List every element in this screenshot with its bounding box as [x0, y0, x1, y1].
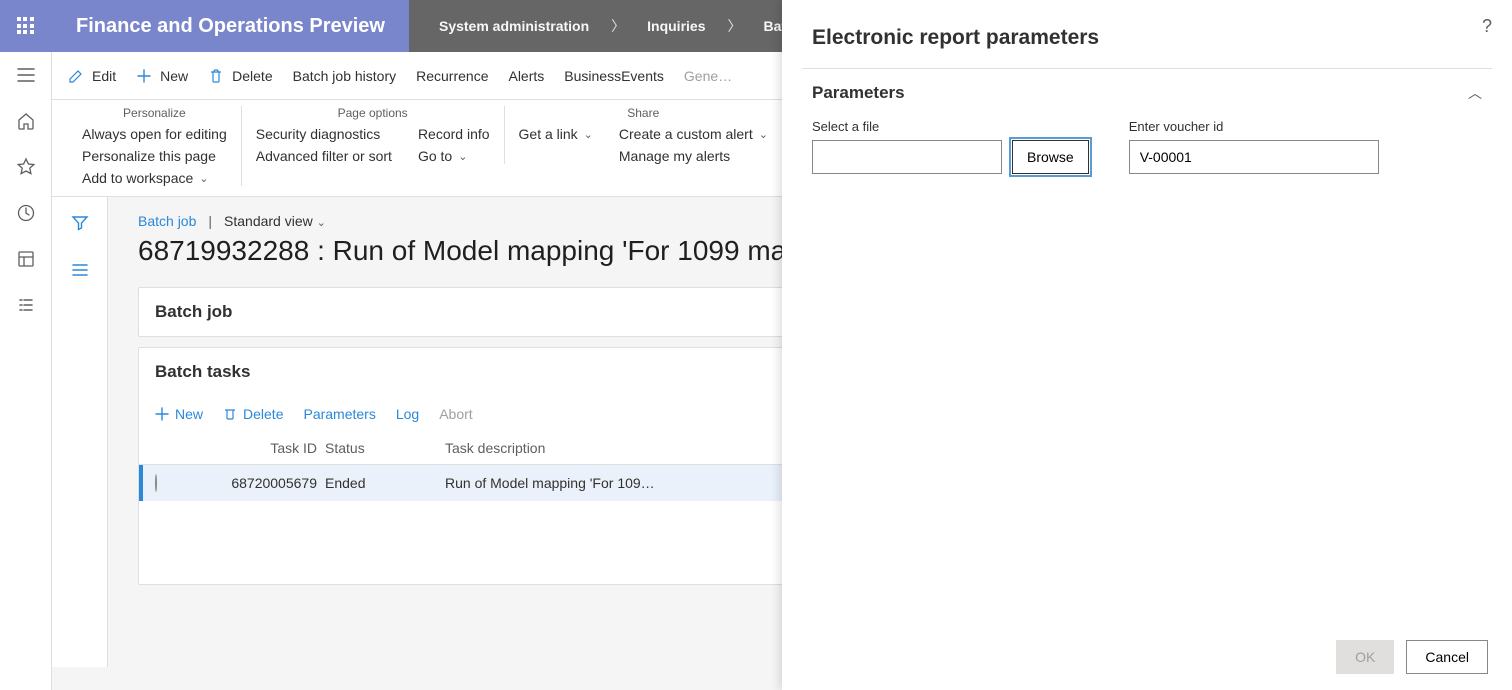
- home-icon: [16, 111, 36, 131]
- parameters-fields: Select a file Browse Enter voucher id: [812, 103, 1482, 190]
- opt-record-info[interactable]: Record info: [418, 126, 490, 142]
- dialog-title: Electronic report parameters: [782, 0, 1512, 68]
- cell-task-id: 68720005679: [205, 475, 325, 491]
- alerts-button[interactable]: Alerts: [508, 68, 544, 84]
- options-group-title: Page options: [256, 106, 490, 120]
- breadcrumb-item-sysadmin[interactable]: System administration: [439, 18, 589, 34]
- new-button[interactable]: New: [136, 68, 188, 84]
- cell-status: Ended: [325, 475, 445, 491]
- dialog-parameters-section: Parameters ︿ Select a file Browse Enter …: [802, 68, 1492, 190]
- select-file-input[interactable]: [812, 140, 1002, 174]
- voucher-id-label: Enter voucher id: [1129, 119, 1379, 134]
- delete-label: Delete: [232, 68, 272, 84]
- star-icon: [16, 157, 36, 177]
- col-task-id[interactable]: Task ID: [205, 440, 325, 456]
- trash-icon: [208, 68, 224, 84]
- trash-icon: [223, 407, 237, 421]
- recurrence-button[interactable]: Recurrence: [416, 68, 488, 84]
- nav-favorites-button[interactable]: [0, 144, 52, 190]
- funnel-icon: [70, 213, 90, 233]
- chevron-up-icon: ︿: [1468, 83, 1482, 103]
- tasks-log-button[interactable]: Log: [396, 406, 419, 422]
- opt-security-diagnostics[interactable]: Security diagnostics: [256, 126, 392, 142]
- batch-history-button[interactable]: Batch job history: [293, 68, 397, 84]
- entity-link[interactable]: Batch job: [138, 213, 196, 229]
- help-button[interactable]: ?: [1482, 16, 1492, 37]
- opt-go-to[interactable]: Go to⌄: [418, 148, 490, 164]
- hamburger-icon: [16, 65, 36, 85]
- plus-icon: [136, 68, 152, 84]
- nav-recent-button[interactable]: [0, 190, 52, 236]
- brand-title: Finance and Operations Preview: [52, 0, 409, 52]
- opt-manage-my-alerts[interactable]: Manage my alerts: [619, 148, 768, 164]
- chevron-down-icon: ⌄: [317, 217, 326, 229]
- dialog-electronic-report-parameters: ? Electronic report parameters Parameter…: [782, 0, 1512, 690]
- voucher-id-input[interactable]: [1129, 140, 1379, 174]
- opt-create-custom-alert[interactable]: Create a custom alert⌄: [619, 126, 768, 142]
- dialog-footer: OK Cancel: [782, 624, 1512, 690]
- nav-workspaces-button[interactable]: [0, 236, 52, 282]
- ok-button: OK: [1336, 640, 1394, 674]
- app-launcher-button[interactable]: [0, 0, 52, 52]
- field-select-a-file: Select a file Browse: [812, 119, 1089, 174]
- tasks-abort-button: Abort: [439, 406, 472, 422]
- delete-button[interactable]: Delete: [208, 68, 272, 84]
- options-group-page-options: Page options Security diagnostics Advanc…: [242, 106, 505, 164]
- edit-button[interactable]: Edit: [68, 68, 116, 84]
- opt-get-a-link[interactable]: Get a link⌄: [519, 126, 593, 142]
- side-tool-strip: [52, 197, 108, 667]
- chevron-right-icon: 〉: [611, 16, 625, 36]
- field-enter-voucher-id: Enter voucher id: [1129, 119, 1379, 174]
- opt-personalize-this-page[interactable]: Personalize this page: [82, 148, 227, 164]
- col-status[interactable]: Status: [325, 440, 445, 456]
- tasks-parameters-button[interactable]: Parameters: [303, 406, 375, 422]
- nav-expand-button[interactable]: [0, 52, 52, 98]
- edit-label: Edit: [92, 68, 116, 84]
- workspace-icon: [16, 249, 36, 269]
- gene-button: Gene…: [684, 68, 732, 84]
- options-group-title: Share: [519, 106, 768, 120]
- nav-home-button[interactable]: [0, 98, 52, 144]
- waffle-icon: [17, 17, 35, 35]
- chevron-down-icon: ⌄: [458, 150, 467, 163]
- view-selector[interactable]: Standard view ⌄: [224, 213, 326, 229]
- business-events-button[interactable]: BusinessEvents: [564, 68, 664, 84]
- lines-toggle[interactable]: [70, 260, 90, 283]
- opt-advanced-filter-or-sort[interactable]: Advanced filter or sort: [256, 148, 392, 164]
- parameters-section-title: Parameters: [812, 83, 905, 103]
- nav-modules-button[interactable]: [0, 282, 52, 328]
- cancel-button[interactable]: Cancel: [1406, 640, 1488, 674]
- clock-icon: [16, 203, 36, 223]
- lines-icon: [70, 260, 90, 280]
- options-group-share: Share Get a link⌄ Create a custom alert⌄…: [505, 106, 782, 164]
- tasks-new-button[interactable]: New: [155, 406, 203, 422]
- chevron-down-icon: ⌄: [759, 128, 768, 141]
- new-label: New: [160, 68, 188, 84]
- tasks-delete-button[interactable]: Delete: [223, 406, 283, 422]
- plus-icon: [155, 407, 169, 421]
- chevron-down-icon: ⌄: [199, 172, 208, 185]
- options-group-personalize: Personalize Always open for editing Pers…: [68, 106, 242, 186]
- filter-pane-toggle[interactable]: [70, 213, 90, 236]
- browse-button[interactable]: Browse: [1012, 140, 1089, 174]
- left-nav-rail: [0, 0, 52, 690]
- pencil-icon: [68, 68, 84, 84]
- chevron-down-icon: ⌄: [584, 128, 593, 141]
- breadcrumb-item-inquiries[interactable]: Inquiries: [647, 18, 705, 34]
- list-icon: [16, 295, 36, 315]
- parameters-section-header[interactable]: Parameters ︿: [812, 83, 1482, 103]
- opt-add-to-workspace[interactable]: Add to workspace⌄: [82, 170, 227, 186]
- chevron-right-icon: 〉: [728, 16, 742, 36]
- options-group-title: Personalize: [82, 106, 227, 120]
- separator: |: [208, 213, 212, 229]
- row-select-radio[interactable]: [155, 474, 157, 492]
- select-file-label: Select a file: [812, 119, 1089, 134]
- opt-always-open-for-editing[interactable]: Always open for editing: [82, 126, 227, 142]
